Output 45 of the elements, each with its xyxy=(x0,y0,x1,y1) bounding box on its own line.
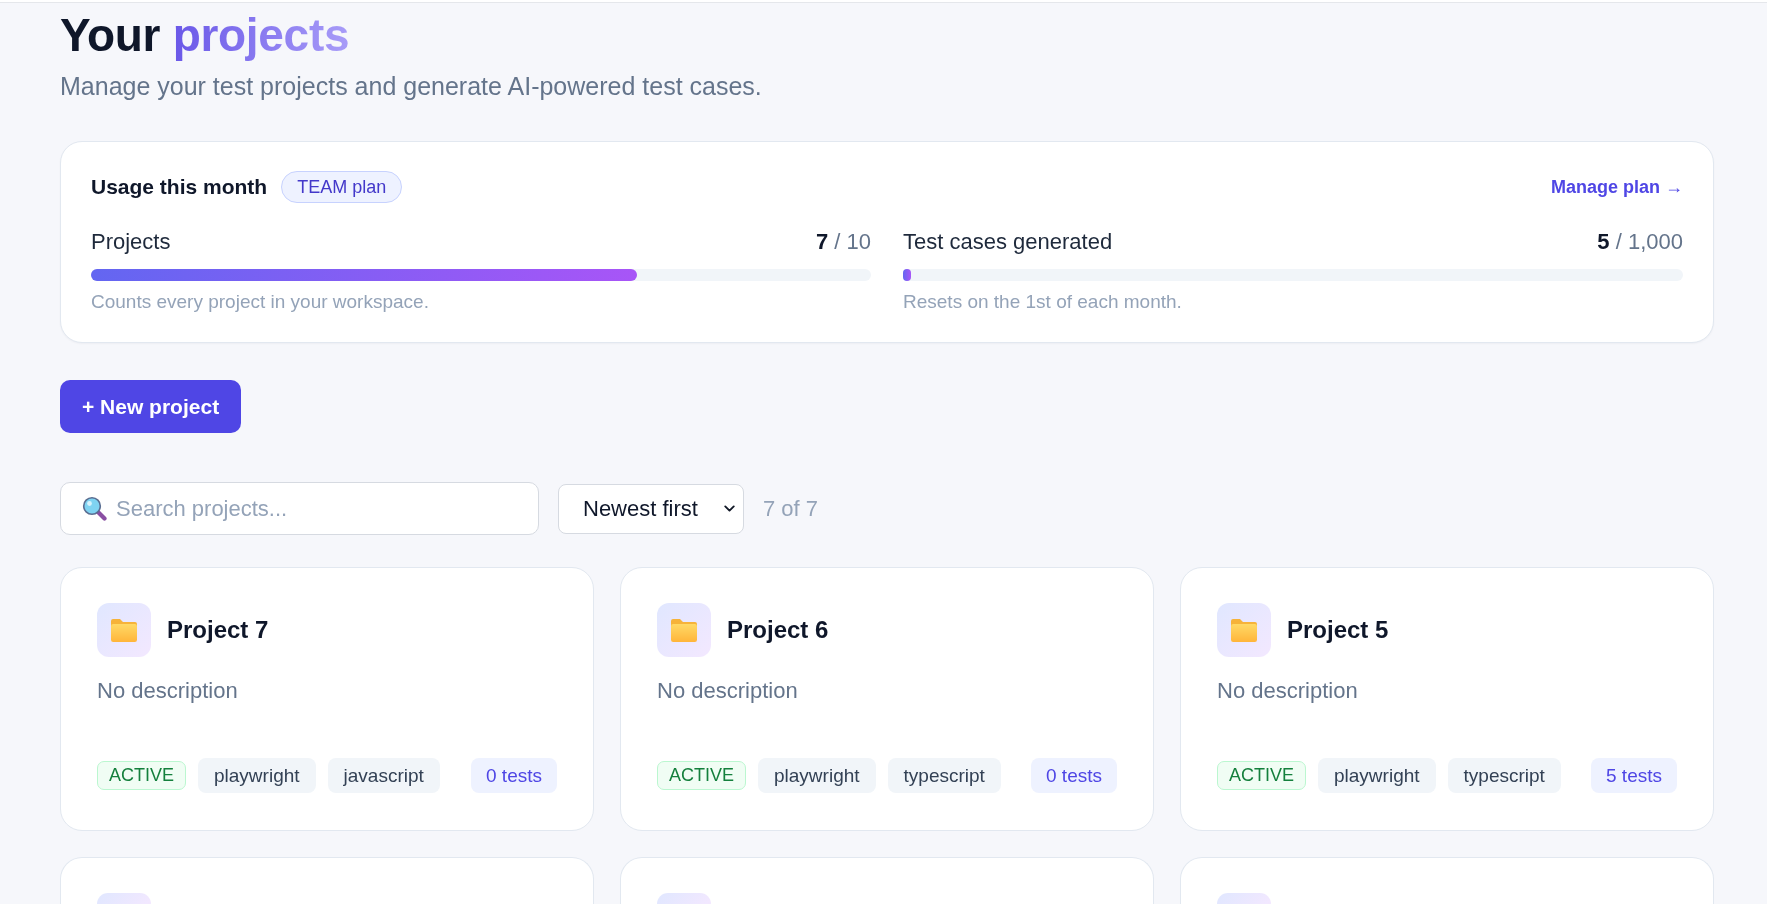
manage-plan-link[interactable]: Manage plan → xyxy=(1550,176,1683,198)
meter-label: Test cases generated xyxy=(903,229,1113,255)
project-tag: javascript xyxy=(327,758,440,793)
project-card[interactable] xyxy=(1180,857,1714,904)
meter-count: 5 / 1,000 xyxy=(1597,229,1683,255)
project-tag: playwright xyxy=(1318,758,1436,793)
search-icon xyxy=(82,496,107,521)
project-tag: playwright xyxy=(758,758,876,793)
search-field[interactable]: Search projects... xyxy=(60,482,539,535)
status-badge: ACTIVE xyxy=(97,761,186,790)
test-count-badge: 0 tests xyxy=(1031,758,1117,793)
project-card[interactable] xyxy=(620,857,1154,904)
folder-icon xyxy=(1217,603,1271,657)
meter-count: 7 / 10 xyxy=(815,229,871,255)
project-card[interactable]: Project 5 No description ACTIVE playwright typescript 5 tests xyxy=(1180,567,1714,831)
test-count-badge: 5 tests xyxy=(1591,758,1677,793)
icon-tile xyxy=(1217,893,1271,904)
status-badge: ACTIVE xyxy=(657,761,746,790)
project-description: No description xyxy=(1217,678,1358,704)
project-description: No description xyxy=(97,678,238,704)
project-title: Project 6 xyxy=(727,616,829,644)
meter-note: Resets on the 1st of each month. xyxy=(903,290,1182,313)
test-count-badge: 0 tests xyxy=(471,758,557,793)
folder-icon xyxy=(97,603,151,657)
icon-tile xyxy=(97,893,151,904)
meter-note: Counts every project in your workspace. xyxy=(91,290,429,313)
project-tag: playwright xyxy=(198,758,316,793)
project-description: No description xyxy=(657,678,798,704)
project-title: Project 7 xyxy=(167,616,269,644)
project-title: Project 5 xyxy=(1287,616,1389,644)
meter-label: Projects xyxy=(91,229,171,255)
project-tag: typescript xyxy=(1447,758,1561,793)
folder-icon xyxy=(657,603,711,657)
project-tag: typescript xyxy=(887,758,1001,793)
project-card[interactable]: Project 6 No description ACTIVE playwright typescript 0 tests xyxy=(620,567,1154,831)
icon-tile xyxy=(657,893,711,904)
result-count: 7 of 7 xyxy=(763,495,819,522)
page-subtitle: Manage your test projects and generate AI-powered test cases. xyxy=(60,71,762,101)
sort-select[interactable]: Newest first xyxy=(558,483,744,534)
new-project-button[interactable]: + New project xyxy=(60,380,242,433)
usage-title: Usage this month xyxy=(91,175,268,199)
project-card[interactable]: Project 7 No description ACTIVE playwright javascript 0 tests xyxy=(60,567,594,831)
project-card[interactable] xyxy=(60,857,594,904)
status-badge: ACTIVE xyxy=(1217,761,1306,790)
plan-badge: TEAM plan xyxy=(281,171,403,203)
